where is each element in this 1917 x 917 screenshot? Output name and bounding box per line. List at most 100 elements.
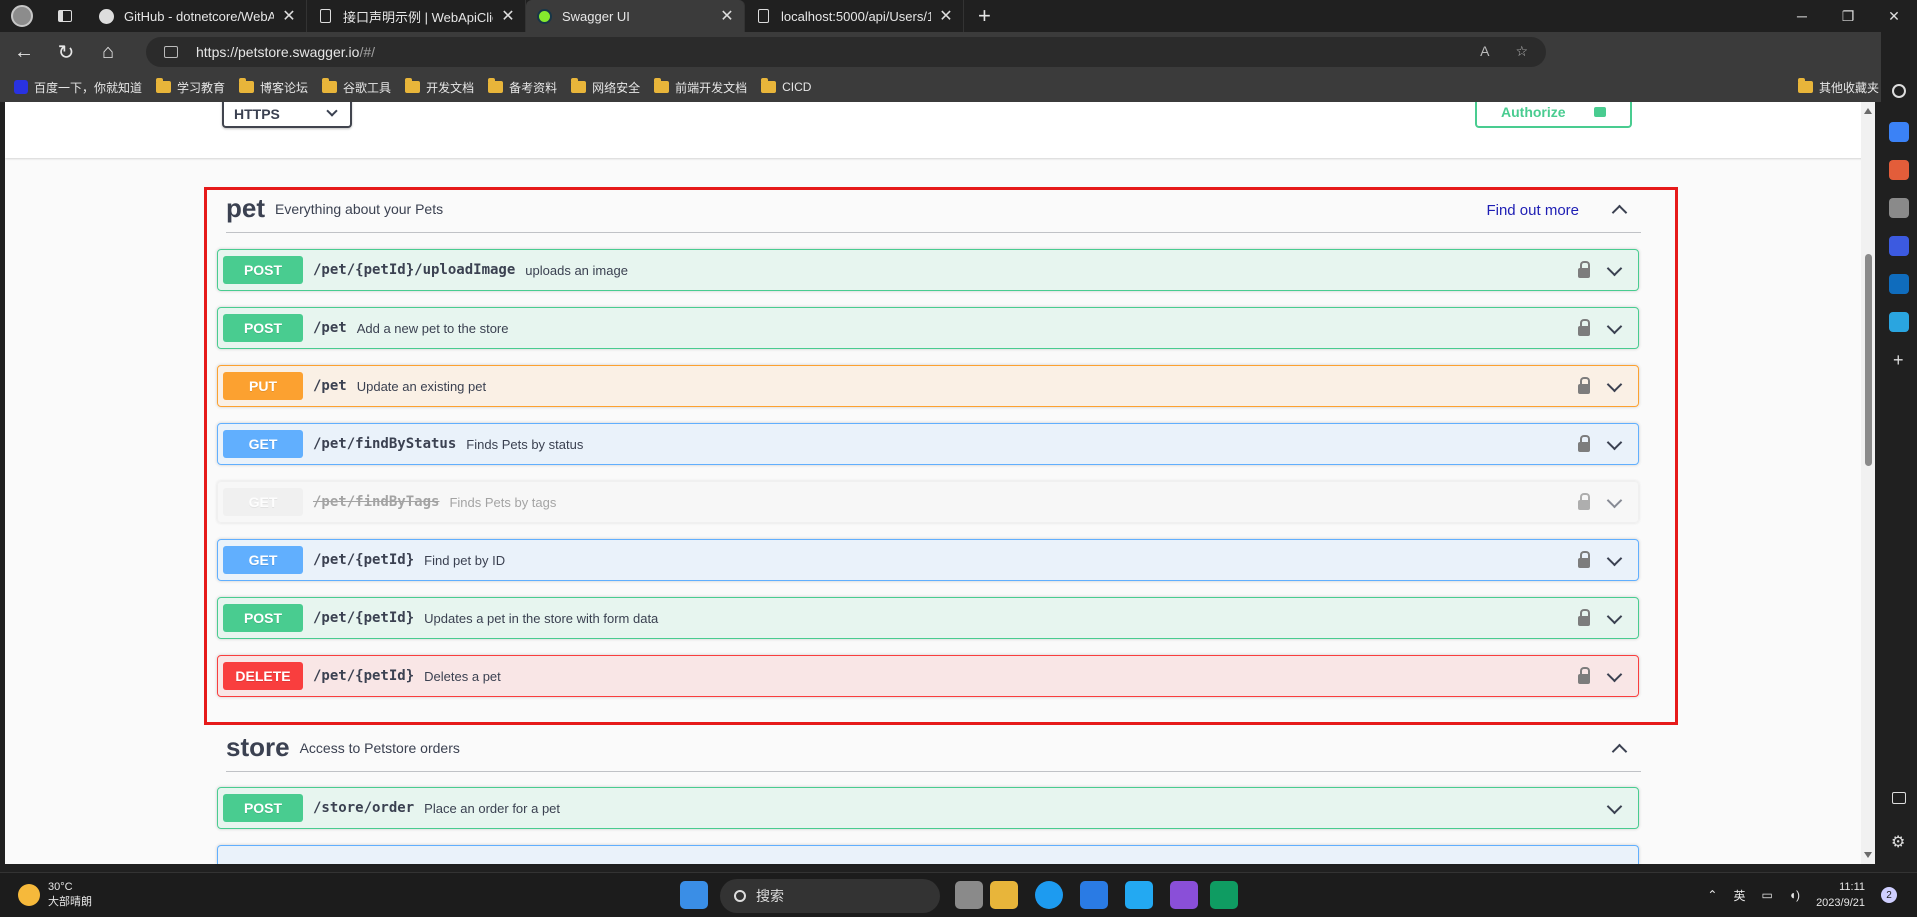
visual-studio-icon[interactable] bbox=[1170, 881, 1198, 909]
clock[interactable]: 11:11 2023/9/21 bbox=[1816, 879, 1865, 911]
start-icon[interactable] bbox=[680, 881, 708, 909]
chevron-up-icon[interactable]: ⌃ bbox=[1707, 888, 1717, 902]
refresh-icon[interactable]: ↻ bbox=[48, 36, 84, 68]
tag-name: store bbox=[226, 732, 290, 762]
bookmark-folder[interactable]: 学习教育 bbox=[156, 78, 226, 96]
new-tab-icon[interactable]: + bbox=[978, 3, 991, 29]
chevron-down-icon[interactable] bbox=[1606, 798, 1623, 815]
datagrip-icon[interactable] bbox=[1210, 881, 1238, 909]
tab-localhost[interactable]: localhost:5000/api/Users/1 ✕ bbox=[745, 0, 964, 32]
close-icon[interactable]: ✕ bbox=[939, 6, 953, 26]
profile-avatar[interactable] bbox=[8, 5, 36, 27]
close-icon[interactable]: ✕ bbox=[720, 6, 734, 26]
settings-icon[interactable]: ⚙ bbox=[1891, 832, 1911, 852]
page-scrollbar[interactable] bbox=[1861, 102, 1875, 864]
github-icon bbox=[98, 8, 114, 24]
bookmarks-bar: 百度一下，你就知道 学习教育 博客论坛 谷歌工具 开发文档 备考资料 网络安全 … bbox=[0, 72, 1917, 102]
favorite-star-icon[interactable]: ☆ bbox=[1515, 43, 1528, 60]
window-close-icon[interactable]: ✕ bbox=[1871, 0, 1917, 32]
close-icon[interactable]: ✕ bbox=[501, 6, 515, 26]
bookmark-folder[interactable]: 开发文档 bbox=[405, 78, 474, 96]
url-path: /#/ bbox=[359, 44, 376, 60]
bookmark-label: 前端开发文档 bbox=[675, 80, 748, 95]
telegram-icon[interactable] bbox=[1889, 312, 1909, 332]
read-aloud-icon[interactable]: A bbox=[1480, 43, 1489, 60]
people-icon[interactable] bbox=[1889, 198, 1909, 218]
scroll-up-icon[interactable] bbox=[1864, 108, 1872, 114]
operation-path: /store/order bbox=[313, 800, 415, 816]
folder-icon bbox=[239, 78, 255, 93]
taskbar: 30°C 大部晴朗 搜索 ⌃ 英 ▭ ◖) 11:11 2023/9/21 2 bbox=[0, 872, 1917, 917]
swagger-icon bbox=[536, 8, 552, 24]
notification-badge[interactable]: 2 bbox=[1881, 887, 1897, 903]
document-icon bbox=[755, 8, 771, 24]
file-explorer-icon[interactable] bbox=[990, 881, 1018, 909]
home-icon[interactable]: ⌂ bbox=[90, 36, 126, 68]
edge-icon[interactable] bbox=[1035, 881, 1063, 909]
temperature: 30°C bbox=[48, 881, 73, 893]
tab-webapiclient[interactable]: 接口声明示例 | WebApiClient ✕ bbox=[307, 0, 526, 32]
scroll-down-icon[interactable] bbox=[1864, 852, 1872, 858]
toolbox-icon[interactable] bbox=[1889, 160, 1909, 180]
screenshot-icon[interactable] bbox=[1892, 792, 1906, 804]
search-icon bbox=[734, 890, 746, 902]
close-icon[interactable]: ✕ bbox=[282, 6, 296, 26]
weather-widget[interactable]: 30°C 大部晴朗 bbox=[18, 881, 92, 909]
bookmark-label: 学习教育 bbox=[177, 80, 226, 95]
tab-title: localhost:5000/api/Users/1 bbox=[781, 8, 931, 24]
tab-swagger[interactable]: Swagger UI ✕ bbox=[526, 0, 745, 32]
back-icon[interactable]: ← bbox=[6, 36, 42, 68]
tab-title: GitHub - dotnetcore/WebApiClie bbox=[124, 8, 274, 24]
taskbar-search[interactable]: 搜索 bbox=[720, 879, 940, 913]
operation-post-store-order[interactable]: POST /store/order Place an order for a p… bbox=[217, 787, 1639, 829]
site-info-icon[interactable] bbox=[164, 46, 178, 58]
folder-icon bbox=[761, 78, 777, 93]
address-bar: ← ↻ ⌂ https://petstore.swagger.io/#/ A ☆… bbox=[0, 32, 1917, 93]
scheme-container: HTTPS Authorize bbox=[5, 102, 1867, 158]
store-icon[interactable] bbox=[1080, 881, 1108, 909]
bookmark-folder[interactable]: 博客论坛 bbox=[239, 78, 309, 96]
system-tray: ⌃ 英 ▭ ◖) 11:11 2023/9/21 2 bbox=[1707, 879, 1897, 911]
bookmark-folder[interactable]: 备考资料 bbox=[488, 78, 558, 96]
tab-bar: GitHub - dotnetcore/WebApiClie ✕ 接口声明示例 … bbox=[0, 0, 1917, 32]
tag-description: Access to Petstore orders bbox=[299, 739, 460, 756]
date: 2023/9/21 bbox=[1816, 897, 1865, 909]
operation-get-partial[interactable] bbox=[217, 845, 1639, 864]
copilot-icon[interactable] bbox=[1889, 236, 1909, 256]
minimize-icon[interactable]: ─ bbox=[1779, 0, 1825, 32]
volume-icon[interactable]: ◖) bbox=[1789, 888, 1800, 902]
folder-icon bbox=[405, 78, 421, 93]
tag-icon[interactable] bbox=[1889, 122, 1909, 142]
scheme-select[interactable]: HTTPS bbox=[222, 102, 352, 128]
bookmark-label: 网络安全 bbox=[592, 80, 641, 95]
bookmark-folder[interactable]: 谷歌工具 bbox=[322, 78, 391, 96]
task-view-icon[interactable] bbox=[955, 881, 983, 909]
tab-github[interactable]: GitHub - dotnetcore/WebApiClie ✕ bbox=[88, 0, 307, 32]
network-icon[interactable]: ▭ bbox=[1761, 888, 1772, 902]
search-icon[interactable] bbox=[1892, 84, 1906, 98]
chevron-down-icon bbox=[326, 105, 338, 117]
scrollbar-thumb[interactable] bbox=[1865, 254, 1872, 466]
ime-indicator[interactable]: 英 bbox=[1733, 887, 1745, 904]
other-bookmarks[interactable]: 其他收藏夹 bbox=[1797, 78, 1879, 96]
scheme-value: HTTPS bbox=[234, 106, 280, 122]
chevron-up-icon[interactable] bbox=[1611, 743, 1628, 760]
add-icon[interactable]: + bbox=[1893, 350, 1913, 370]
outlook-icon[interactable] bbox=[1889, 274, 1909, 294]
tab-actions-icon[interactable] bbox=[52, 5, 78, 27]
vscode-icon[interactable] bbox=[1125, 881, 1153, 909]
url-field[interactable]: https://petstore.swagger.io/#/ A ☆ bbox=[146, 37, 1546, 67]
url-domain: https://petstore.swagger.io bbox=[196, 44, 360, 60]
bookmark-label: CICD bbox=[782, 80, 812, 94]
bookmark-folder[interactable]: 网络安全 bbox=[571, 78, 641, 96]
bookmark-baidu[interactable]: 百度一下，你就知道 bbox=[14, 79, 142, 96]
folder-icon bbox=[488, 78, 504, 93]
authorize-button[interactable]: Authorize bbox=[1475, 102, 1632, 128]
bookmark-folder[interactable]: 前端开发文档 bbox=[654, 78, 748, 96]
restore-icon[interactable]: ❐ bbox=[1825, 0, 1871, 32]
bookmark-label: 备考资料 bbox=[509, 80, 558, 95]
bookmark-label: 博客论坛 bbox=[260, 80, 309, 95]
tag-header-store[interactable]: store Access to Petstore orders bbox=[226, 724, 1641, 772]
bookmark-label: 百度一下，你就知道 bbox=[34, 80, 143, 95]
bookmark-folder[interactable]: CICD bbox=[761, 78, 812, 94]
